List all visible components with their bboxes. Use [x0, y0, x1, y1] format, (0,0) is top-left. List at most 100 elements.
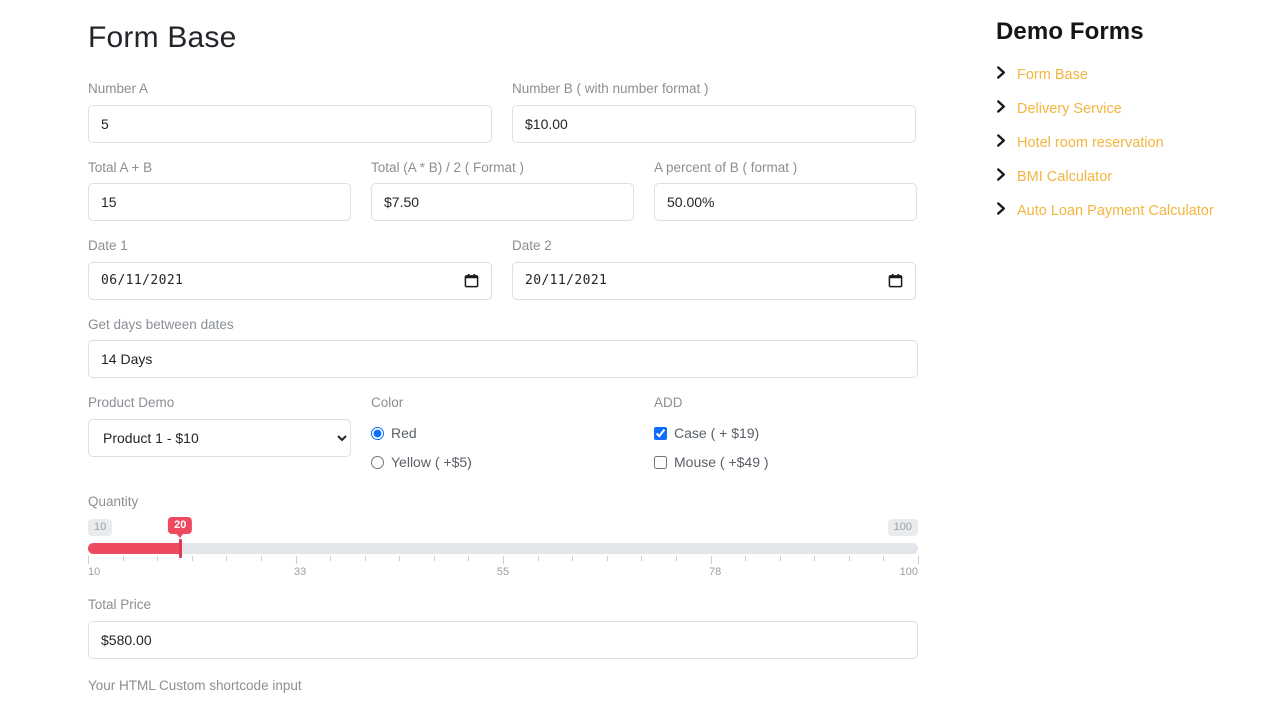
- input-date2[interactable]: 20/11/2021: [512, 262, 916, 300]
- input-percent-b[interactable]: 50.00%: [654, 183, 917, 221]
- slider-tick-minor: [849, 556, 850, 561]
- sidebar-item-1[interactable]: Delivery Service: [996, 92, 1266, 126]
- spacer: [492, 80, 512, 143]
- slider-tick-major: [503, 556, 504, 564]
- slider-tick-minor: [192, 556, 193, 561]
- field-total-price: Total Price $580.00: [88, 596, 918, 659]
- sidebar-item-0[interactable]: Form Base: [996, 58, 1266, 92]
- calendar-icon[interactable]: [464, 273, 479, 288]
- slider-tick-minor: [399, 556, 400, 561]
- sidebar-link[interactable]: Auto Loan Payment Calculator: [1017, 203, 1214, 219]
- radio-input-yellow[interactable]: [371, 456, 384, 469]
- label-total-half: Total (A * B) / 2 ( Format ): [371, 159, 634, 177]
- date2-value: 20/11/2021: [525, 273, 607, 288]
- label-product-demo: Product Demo: [88, 394, 351, 412]
- row-total-price: Total Price $580.00: [88, 596, 918, 659]
- label-date2: Date 2: [512, 237, 916, 255]
- slider-tick-minor: [641, 556, 642, 561]
- checkbox-input-case[interactable]: [654, 427, 667, 440]
- slider-tick-minor: [607, 556, 608, 561]
- slider-tick-minor: [814, 556, 815, 561]
- chevron-right-icon: [996, 168, 1007, 186]
- label-total-ab: Total A + B: [88, 159, 351, 177]
- slider-tick-major: [918, 556, 919, 564]
- slider-tick-label: 78: [709, 566, 721, 578]
- slider-label-row: 10 20 100: [88, 517, 918, 537]
- page-title: Form Base: [88, 20, 918, 56]
- field-date1: Date 1 06/11/2021: [88, 237, 492, 300]
- input-date1[interactable]: 06/11/2021: [88, 262, 492, 300]
- product-select[interactable]: Product 1 - $10Product 2 - $20Product 3 …: [88, 419, 351, 457]
- slider-tick-minor: [538, 556, 539, 561]
- slider-tick-label: 10: [88, 566, 100, 578]
- checkbox-label-mouse: Mouse ( +$49 ): [674, 454, 769, 470]
- spacer: [351, 159, 371, 222]
- sidebar: Demo Forms Form BaseDelivery ServiceHote…: [996, 18, 1266, 228]
- radio-label-yellow: Yellow ( +$5): [391, 454, 472, 470]
- slider-tick-major: [296, 556, 297, 564]
- slider-tick-minor: [123, 556, 124, 561]
- slider-tick-minor: [330, 556, 331, 561]
- input-total-price[interactable]: $580.00: [88, 621, 918, 659]
- sidebar-list: Form Base Delivery Service Hotel room rese…: [996, 58, 1266, 228]
- label-add: ADD: [654, 394, 899, 412]
- page-root: Form Base Number A 5 Number B ( with num…: [0, 0, 1280, 720]
- row-totals: Total A + B 15 Total (A * B) / 2 ( Forma…: [88, 159, 918, 222]
- input-total-half[interactable]: $7.50: [371, 183, 634, 221]
- chevron-right-icon: [996, 66, 1007, 84]
- sidebar-link[interactable]: Hotel room reservation: [1017, 135, 1164, 151]
- form-column: Form Base Number A 5 Number B ( with num…: [88, 0, 918, 694]
- slider-max-pill: 100: [888, 519, 918, 536]
- field-color: Color Red Yellow ( +$5): [371, 394, 654, 477]
- slider-tick-minor: [226, 556, 227, 561]
- slider-tick-label: 55: [497, 566, 509, 578]
- radio-color-red[interactable]: Red: [371, 419, 654, 448]
- slider-value-badge: 20: [168, 517, 192, 534]
- label-date1: Date 1: [88, 237, 492, 255]
- slider-track[interactable]: [88, 543, 918, 554]
- label-total-price: Total Price: [88, 596, 918, 614]
- input-number-a[interactable]: 5: [88, 105, 492, 143]
- field-add: ADD Case ( + $19) Mouse ( +$49 ): [654, 394, 899, 477]
- checkbox-add-case[interactable]: Case ( + $19): [654, 419, 899, 448]
- sidebar-link[interactable]: Delivery Service: [1017, 101, 1122, 117]
- radio-color-yellow[interactable]: Yellow ( +$5): [371, 448, 654, 477]
- field-quantity: Quantity 10 20 100 10 33 55 78 100: [88, 493, 918, 583]
- input-days-between[interactable]: 14 Days: [88, 340, 918, 378]
- field-product-demo: Product Demo Product 1 - $10Product 2 - …: [88, 394, 351, 477]
- slider-tick-minor: [434, 556, 435, 561]
- radio-input-red[interactable]: [371, 427, 384, 440]
- quantity-slider[interactable]: 10 20 100 10 33 55 78 100: [88, 517, 918, 582]
- spacer: [634, 159, 654, 222]
- label-color: Color: [371, 394, 654, 412]
- calendar-icon[interactable]: [888, 273, 903, 288]
- sidebar-item-3[interactable]: BMI Calculator: [996, 160, 1266, 194]
- chevron-right-icon: [996, 100, 1007, 118]
- label-shortcode: Your HTML Custom shortcode input: [88, 677, 918, 695]
- radio-label-red: Red: [391, 425, 417, 441]
- spacer: [492, 237, 512, 300]
- slider-tick-minor: [745, 556, 746, 561]
- slider-tick-label: 33: [294, 566, 306, 578]
- row-options: Product Demo Product 1 - $10Product 2 - …: [88, 394, 918, 477]
- input-total-ab[interactable]: 15: [88, 183, 351, 221]
- date1-value: 06/11/2021: [101, 273, 183, 288]
- field-number-b: Number B ( with number format ) $10.00: [512, 80, 916, 143]
- input-number-b[interactable]: $10.00: [512, 105, 916, 143]
- label-percent-b: A percent of B ( format ): [654, 159, 917, 177]
- field-total-ab: Total A + B 15: [88, 159, 351, 222]
- slider-tick-minor: [676, 556, 677, 561]
- slider-track-fill: [88, 543, 180, 554]
- slider-tick-major: [88, 556, 89, 564]
- chevron-right-icon: [996, 202, 1007, 220]
- field-date2: Date 2 20/11/2021: [512, 237, 916, 300]
- slider-tick-major: [711, 556, 712, 564]
- checkbox-add-mouse[interactable]: Mouse ( +$49 ): [654, 448, 899, 477]
- sidebar-item-2[interactable]: Hotel room reservation: [996, 126, 1266, 160]
- label-quantity: Quantity: [88, 493, 918, 511]
- slider-tick-minor: [572, 556, 573, 561]
- sidebar-link[interactable]: BMI Calculator: [1017, 169, 1112, 185]
- sidebar-link[interactable]: Form Base: [1017, 67, 1088, 83]
- checkbox-input-mouse[interactable]: [654, 456, 667, 469]
- sidebar-item-4[interactable]: Auto Loan Payment Calculator: [996, 194, 1266, 228]
